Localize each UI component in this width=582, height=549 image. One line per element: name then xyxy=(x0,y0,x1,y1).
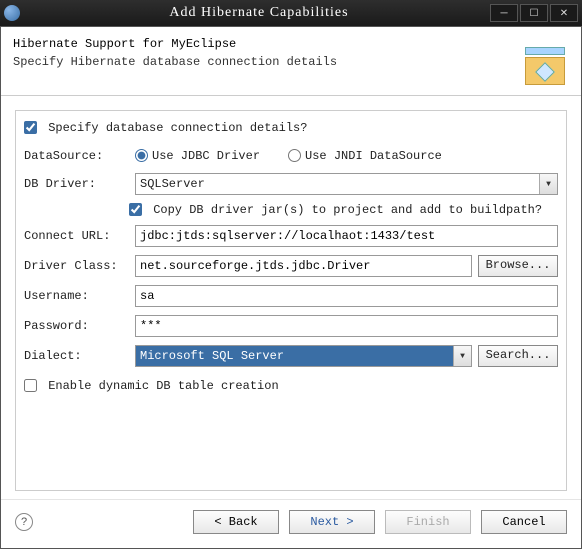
password-input[interactable] xyxy=(135,315,558,337)
window-title: Add Hibernate Capabilities xyxy=(28,5,490,21)
titlebar: Add Hibernate Capabilities ─ ☐ ✕ xyxy=(0,0,582,26)
copy-driver-label: Copy DB driver jar(s) to project and add… xyxy=(153,203,542,217)
dbdriver-value: SQLServer xyxy=(136,174,539,194)
dbdriver-combo[interactable]: SQLServer ▼ xyxy=(135,173,558,195)
copy-driver-checkbox[interactable]: Copy DB driver jar(s) to project and add… xyxy=(129,203,542,217)
chevron-down-icon[interactable]: ▼ xyxy=(539,174,557,194)
dialog-footer: ? < Back Next > Finish Cancel xyxy=(1,499,581,548)
ds-radio-jndi[interactable]: Use JNDI DataSource xyxy=(288,149,442,163)
dbdriver-label: DB Driver: xyxy=(24,177,129,191)
driverclass-label: Driver Class: xyxy=(24,259,129,273)
dialect-label: Dialect: xyxy=(24,349,129,363)
header-heading: Hibernate Support for MyEclipse xyxy=(13,37,521,51)
finish-button: Finish xyxy=(385,510,471,534)
browse-button[interactable]: Browse... xyxy=(478,255,558,277)
maximize-button[interactable]: ☐ xyxy=(520,4,548,22)
username-label: Username: xyxy=(24,289,129,303)
chevron-down-icon[interactable]: ▼ xyxy=(453,346,471,366)
next-button[interactable]: Next > xyxy=(289,510,375,534)
cancel-button[interactable]: Cancel xyxy=(481,510,567,534)
close-button[interactable]: ✕ xyxy=(550,4,578,22)
dialect-combo[interactable]: Microsoft SQL Server ▼ xyxy=(135,345,472,367)
dynamic-tables-label: Enable dynamic DB table creation xyxy=(48,379,278,393)
back-button[interactable]: < Back xyxy=(193,510,279,534)
dialect-value: Microsoft SQL Server xyxy=(136,346,453,366)
connecturl-label: Connect URL: xyxy=(24,229,129,243)
help-icon[interactable]: ? xyxy=(15,513,33,531)
search-button[interactable]: Search... xyxy=(478,345,558,367)
ds-radio-jdbc[interactable]: Use JDBC Driver xyxy=(135,149,260,163)
minimize-button[interactable]: ─ xyxy=(490,4,518,22)
datasource-label: DataSource: xyxy=(24,149,129,163)
password-label: Password: xyxy=(24,319,129,333)
content-pane: Specify database connection details? Dat… xyxy=(15,110,567,491)
dynamic-tables-checkbox[interactable]: Enable dynamic DB table creation xyxy=(24,379,279,393)
connecturl-input[interactable] xyxy=(135,225,558,247)
dialog: Hibernate Support for MyEclipse Specify … xyxy=(0,26,582,549)
specify-checkbox[interactable]: Specify database connection details? xyxy=(24,121,307,135)
specify-label: Specify database connection details? xyxy=(48,121,307,135)
app-icon xyxy=(4,5,20,21)
header-sub: Specify Hibernate database connection de… xyxy=(13,55,521,69)
hibernate-icon xyxy=(521,37,569,85)
username-input[interactable] xyxy=(135,285,558,307)
dialog-header: Hibernate Support for MyEclipse Specify … xyxy=(1,27,581,96)
driverclass-input[interactable] xyxy=(135,255,472,277)
